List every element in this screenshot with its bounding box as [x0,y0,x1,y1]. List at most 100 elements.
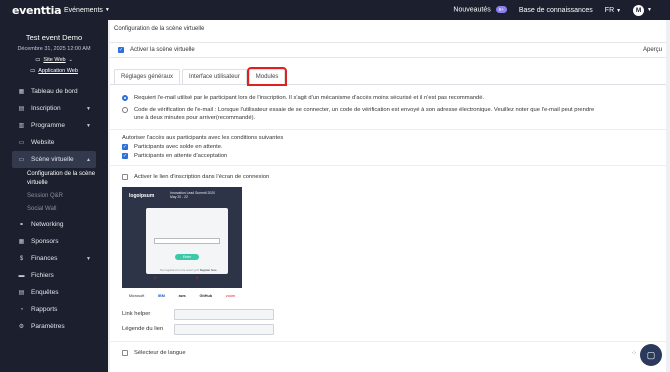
auth-code-radio[interactable] [122,106,128,113]
avatar: M [633,4,645,16]
folder-icon: ▬ [18,272,25,279]
tab-interface-utilisateur[interactable]: Interface utilisateur [182,69,247,84]
sponsor-logo: Microsoft [128,294,145,298]
activate-virtual-stage-row: ✓ Activer la scène virtuelle Aperçu [110,42,666,58]
language-label: FR [604,6,615,14]
preview-summit: Innovation Lead Summit 2020 May 20 - 22 [170,191,215,199]
events-menu-label: Evénements [64,6,103,14]
sidebar-item-parametres[interactable]: ⚙ Paramètres [0,318,108,335]
events-menu[interactable]: Evénements ▼ [64,7,110,14]
monitor-icon: ▭ [18,140,25,146]
link-legend-label: Légende du lien [122,326,164,332]
preview-summit-title: Innovation Lead Summit 2020 [170,190,216,195]
sidebar-item-sponsors[interactable]: ▦ Sponsors [0,233,108,250]
enable-registration-link-checkbox[interactable] [122,173,128,180]
preview-summit-date: May 20 - 22 [170,194,188,199]
link-legend-input[interactable] [174,323,274,335]
enable-registration-link-row[interactable]: Activer le lien d'inscription dans l'écr… [122,173,656,180]
knowledge-base-link[interactable]: Base de connaissances [519,7,593,14]
nouveautes-label: Nouveautés [453,6,491,14]
divider [110,164,666,166]
preview-email-field [154,237,220,244]
sponsor-logo: aws [178,294,186,298]
language-selector-row[interactable]: Sélecteur de langue [122,349,656,356]
monitor-icon: ▭ [30,68,36,74]
condition-pending-balance-row[interactable]: ✓ Participants avec solde en attente. [122,143,656,150]
auth-email-label: Requiert l'e-mail utilisé par le partici… [134,95,485,101]
sidebar-subitem-session-qr[interactable]: Session Q&R [0,190,108,203]
event-title: Test event Demo [25,33,83,42]
condition-pending-balance-checkbox[interactable]: ✓ [122,143,128,150]
user-menu[interactable]: M ▼ [633,4,652,16]
preview-enter-button: Enter [175,253,199,260]
tab-reglages-generaux[interactable]: Réglages généraux [114,69,181,84]
virtual-stage-icon: ▭ [18,157,25,163]
language-selector-checkbox[interactable] [122,349,128,356]
login-screen-preview-image: logoipsum Innovation Lead Summit 2020 Ma… [122,186,242,305]
activate-virtual-stage-checkbox[interactable]: ✓ [118,47,124,53]
condition-pending-acceptance-checkbox[interactable]: ✓ [122,152,128,159]
breadcrumb: Configuration de la scène virtuelle [114,26,205,32]
networking-icon: ⚭ [18,222,25,228]
event-date: Décembre 31, 2025 12:00 AM [17,46,91,52]
condition-pending-balance-label: Participants avec solde en attente. [134,143,223,150]
main-panel: Configuration de la scène virtuelle ✓ Ac… [110,20,666,372]
allow-access-label: Autoriser l'accès aux participants avec … [122,134,284,141]
auth-option-code[interactable]: Code de vérification de l'e-mail : Lorsq… [122,106,656,123]
sidebar-item-fichiers[interactable]: ▬ Fichiers [0,267,108,284]
sidebar-item-finances[interactable]: $ Finances ▼ [0,250,108,267]
top-bar: eventtia Evénements ▼ Nouveautés 9+ Base… [0,0,670,20]
link-helper-input[interactable] [174,308,274,320]
survey-icon: ▤ [18,290,25,296]
sidebar-item-label: Sponsors [31,238,59,245]
activate-virtual-stage-label: Activer la scène virtuelle [130,47,195,53]
preview-sponsors-strip: Microsoft IBM aws GitHub zoom [122,287,242,305]
modules-content: Requiert l'e-mail utilisé par le partici… [110,85,666,356]
auth-option-email[interactable]: Requiert l'e-mail utilisé par le partici… [122,94,656,103]
nouveautes-badge: 9+ [495,6,507,14]
preview-login-card: Enter Not registered to the event yet? R… [146,207,228,274]
chevron-down-icon: ▼ [86,105,91,112]
sidebar-nav: ▦ Tableau de bord ▤ Inscription ▼ ▥ Prog… [0,83,108,335]
preview-register-text: Not registered to the event yet? Registe… [160,267,218,272]
sidebar-item-programme[interactable]: ▥ Programme ▼ [0,117,108,134]
eventtia-logo[interactable]: eventtia [12,4,64,17]
sidebar-item-rapports[interactable]: ◔ Rapports [0,301,108,318]
sidebar-item-enquetes[interactable]: ▤ Enquêtes [0,284,108,301]
divider [110,340,666,342]
sidebar-item-website[interactable]: ▭ Website [0,134,108,151]
condition-pending-acceptance-row[interactable]: ✓ Participants en attente d'acceptation [122,152,656,159]
sidebar-item-label: Rapports [31,306,58,313]
sidebar-item-inscription[interactable]: ▤ Inscription ▼ [0,100,108,117]
preview-logo: logoipsum [129,192,155,199]
language-selector-label: Sélecteur de langue [134,349,186,356]
sidebar-item-label: Inscription [31,105,61,112]
tab-modules[interactable]: Modules [246,67,288,86]
sponsor-logo: IBM [157,294,165,298]
caret-down-icon: ▼ [616,7,622,14]
sidebar-item-label: Paramètres [31,323,65,330]
language-selector[interactable]: FR ▼ [605,7,621,14]
sidebar-item-scene-virtuelle[interactable]: ▭ Scène virtuelle ▲ [12,151,96,168]
sidebar-subitem-social-wall[interactable]: Social Wall [0,203,108,216]
site-web-link[interactable]: ▭ Site Web ⌄ [0,57,108,63]
link-helper-label: Link helper [122,311,151,317]
sidebar-subitem-configuration[interactable]: Configuration de la scène virtuelle [0,168,108,190]
nouveautes-link[interactable]: Nouveautés 9+ [453,6,507,14]
pie-chart-icon: ◔ [19,306,24,313]
sidebar: Test event Demo Décembre 31, 2025 12:00 … [0,20,108,372]
tab-bar: Réglages généraux Interface utilisateur … [110,65,666,86]
sidebar-item-label: Finances [31,255,58,262]
sidebar-item-label: Programme [31,122,65,129]
sidebar-item-networking[interactable]: ⚭ Networking [0,216,108,233]
chat-bubble-icon[interactable]: ▢ [640,344,662,366]
application-web-label: Application Web [38,68,78,74]
sidebar-item-tableau-de-bord[interactable]: ▦ Tableau de bord [0,83,108,100]
enable-registration-link-label: Activer le lien d'inscription dans l'écr… [134,173,270,180]
drag-handle-icon[interactable]: ⁘ [631,350,637,357]
sponsor-logo: zoom [225,294,236,298]
application-web-link[interactable]: ▭ Application Web [0,68,108,74]
apercu-link[interactable]: Aperçu [643,47,662,53]
sponsors-icon: ▦ [18,239,25,245]
auth-email-radio[interactable] [122,95,128,101]
